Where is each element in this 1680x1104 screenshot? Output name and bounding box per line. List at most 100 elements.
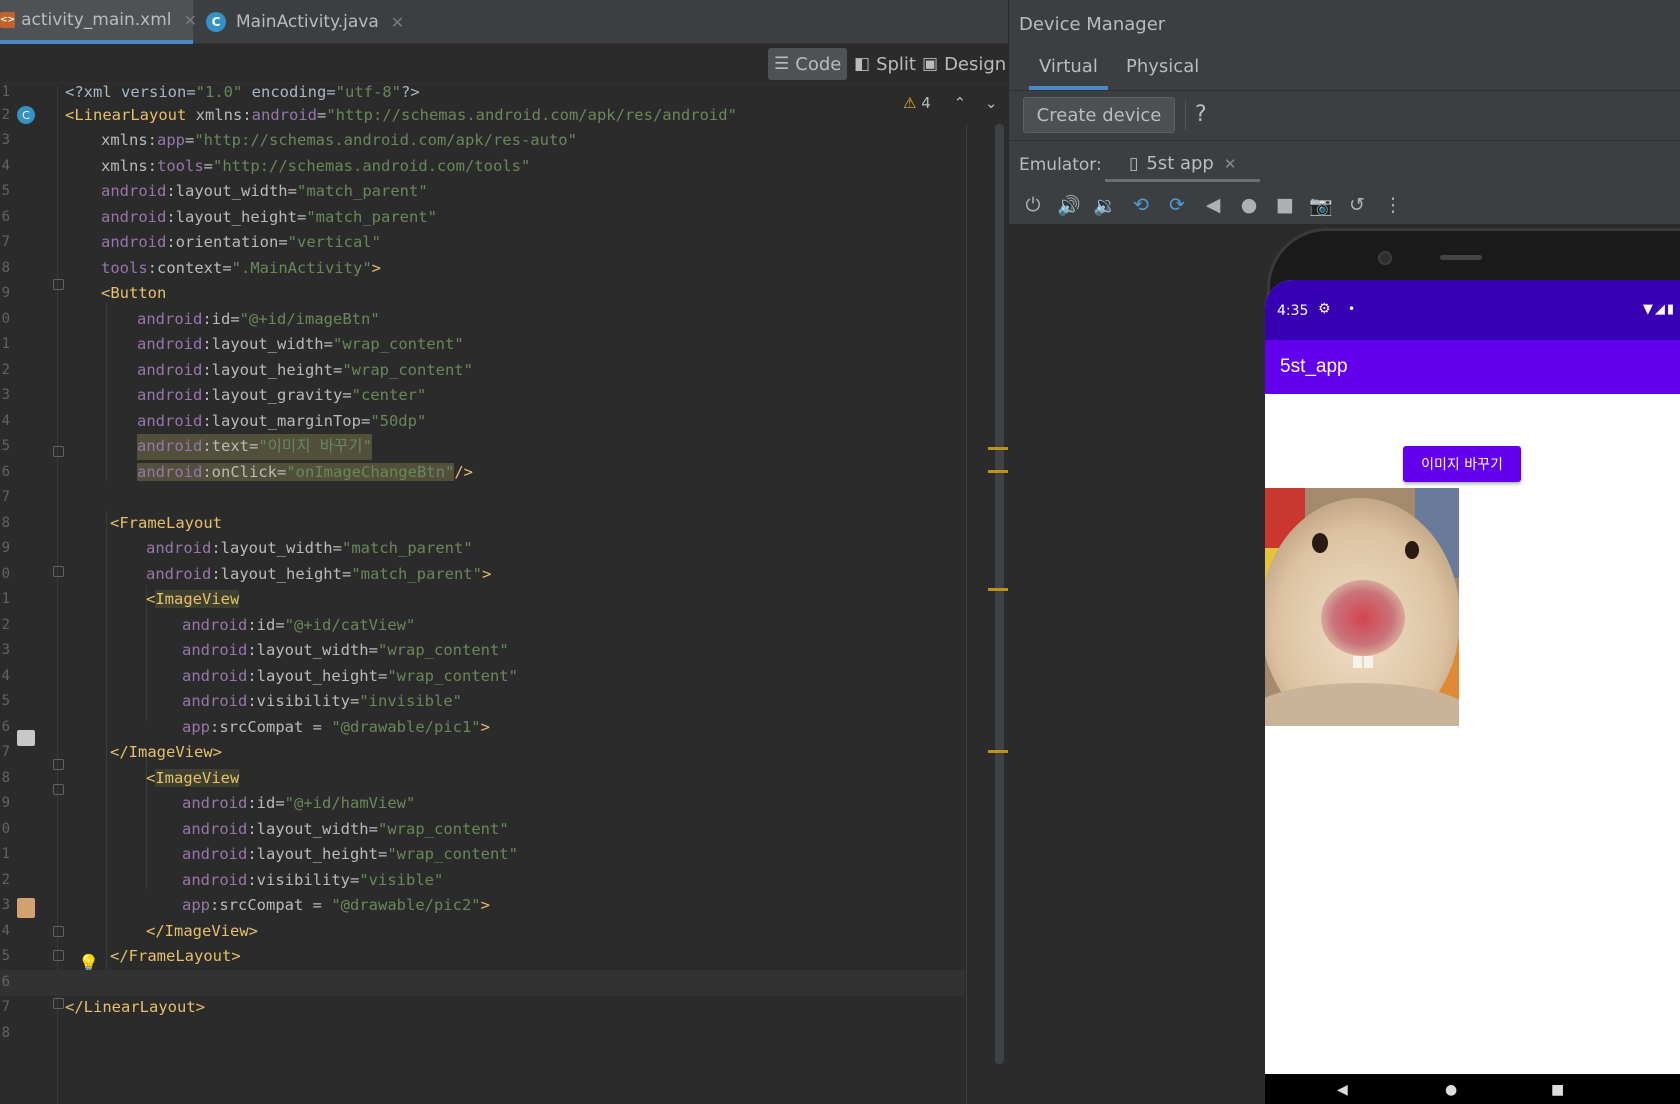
code-line: 6 android:onClick="onImageChangeBtn"/> xyxy=(1,463,473,481)
code-line: 2 android:visibility="visible" xyxy=(1,871,444,889)
warning-stripe[interactable] xyxy=(988,750,1008,753)
nav-back-icon[interactable]: ◀ xyxy=(1337,1082,1348,1098)
app-title: 5st_app xyxy=(1280,356,1348,377)
vertical-scrollbar[interactable] xyxy=(995,124,1004,1064)
code-line: 5 android:visibility="invisible" xyxy=(1,692,462,710)
code-line: 0 android:layout_width="wrap_content" xyxy=(1,820,509,838)
warning-stripe[interactable] xyxy=(988,470,1008,473)
code-lines-icon: ☰ xyxy=(774,54,790,74)
code-line: 5 </FrameLayout> xyxy=(1,947,241,965)
app-bar: 5st_app xyxy=(1265,340,1680,394)
help-icon[interactable]: ? xyxy=(1195,102,1207,127)
tab-activity-main-xml[interactable]: <> activity_main.xml ✕ xyxy=(0,0,197,44)
right-margin-guide xyxy=(966,124,967,1104)
split-view-icon: ◧ xyxy=(854,54,871,74)
warning-stripe[interactable] xyxy=(988,447,1008,450)
tab-mainactivity-java[interactable]: C MainActivity.java ✕ xyxy=(206,0,404,44)
volume-down-icon[interactable]: 🔉 xyxy=(1087,190,1123,220)
editor-tab-bar: <> activity_main.xml ✕ C MainActivity.ja… xyxy=(0,0,1008,44)
close-icon[interactable]: ✕ xyxy=(1224,155,1237,173)
code-line: 0 android:id="@+id/imageBtn" xyxy=(1,310,380,328)
code-line: 7 </LinearLayout> xyxy=(1,998,205,1016)
emulator-toolbar: ⏻ 🔊 🔉 ⟲ ⟳ ◀ ● ■ 📷 ↺ ⋮ xyxy=(1015,190,1411,220)
code-line: 8 xyxy=(1,1025,10,1041)
hamster-illustration xyxy=(1265,488,1459,726)
power-icon[interactable]: ⏻ xyxy=(1015,190,1051,220)
code-line: 9 android:layout_width="match_parent" xyxy=(1,539,473,557)
tab-virtual[interactable]: Virtual xyxy=(1029,56,1108,90)
code-line: 2 <LinearLayout xmlns:android="http://sch… xyxy=(1,106,737,124)
editor-mode-bar: ☰ Code ◧ Split ▣ Design xyxy=(0,44,1008,84)
code-line: 5 android:text="이미지 바꾸기" xyxy=(0,434,965,460)
code-line: 8 <FrameLayout xyxy=(1,514,222,532)
back-icon[interactable]: ◀ xyxy=(1195,190,1231,220)
chevron-down-icon[interactable]: ⌄ xyxy=(985,94,998,112)
image-icon: ▣ xyxy=(922,54,939,74)
code-mode-label: Code xyxy=(795,53,842,75)
create-device-button[interactable]: Create device xyxy=(1023,97,1175,133)
design-mode-label: Design xyxy=(944,53,1007,75)
split-mode-button[interactable]: ◧ Split xyxy=(848,48,922,80)
emulator-tab-label: 5st app xyxy=(1146,153,1214,174)
overview-icon[interactable]: ■ xyxy=(1267,190,1303,220)
code-line: 4 android:layout_marginTop="50dp" xyxy=(1,412,427,430)
code-line: 9 android:id="@+id/hamView" xyxy=(1,794,416,812)
code-line: 8 tools:context=".MainActivity"> xyxy=(1,259,381,277)
xml-file-icon: <> xyxy=(0,12,16,28)
settings-gear-icon: ⚙ xyxy=(1318,301,1331,317)
close-icon[interactable]: ✕ xyxy=(183,11,196,30)
code-line: 8 <ImageView xyxy=(1,769,240,787)
device-manager-title: Device Manager xyxy=(1019,14,1166,35)
image-change-button[interactable]: 이미지 바꾸기 xyxy=(1403,446,1521,482)
code-editor[interactable]: ⚠ 4 ⌃ ⌄ C 💡 1 <?xml version="1.0" encodin… xyxy=(0,83,1008,1104)
code-line: 3 app:srcCompat = "@drawable/pic2"> xyxy=(1,896,490,914)
code-line: 4 android:layout_height="wrap_content" xyxy=(1,667,518,685)
code-line: 2 android:id="@+id/catView" xyxy=(1,616,416,634)
android-status-bar: 4:35 ⚙ • ▼◢▮ xyxy=(1265,280,1680,340)
volume-up-icon[interactable]: 🔊 xyxy=(1051,190,1087,220)
snapshot-icon[interactable]: ↺ xyxy=(1339,190,1375,220)
code-mode-button[interactable]: ☰ Code xyxy=(768,48,848,80)
camera-icon[interactable]: 📷 xyxy=(1303,190,1339,220)
divider xyxy=(1185,100,1186,130)
code-line: 1 <ImageView xyxy=(1,590,240,608)
hamster-image xyxy=(1265,488,1459,726)
code-line: 3 android:layout_width="wrap_content" xyxy=(1,641,509,659)
emulator-label: Emulator: xyxy=(1019,155,1102,175)
tab-physical[interactable]: Physical xyxy=(1116,56,1209,90)
notification-dot-icon: • xyxy=(1348,302,1356,316)
nav-home-icon[interactable]: ● xyxy=(1445,1082,1457,1098)
emulator-screen[interactable]: 4:35 ⚙ • ▼◢▮ 5st_app 이미지 바꾸기 ◀ ● ■ xyxy=(1265,280,1680,1104)
emulator-tab-5st-app[interactable]: ▯ 5st app ✕ xyxy=(1105,148,1261,182)
code-line: 3 android:layout_gravity="center" xyxy=(1,386,427,404)
nav-recents-icon[interactable]: ■ xyxy=(1551,1082,1564,1098)
code-line: 9 <Button xyxy=(1,284,167,302)
code-line: 7 </ImageView> xyxy=(1,743,222,761)
code-line: 1 android:layout_height="wrap_content" xyxy=(1,845,518,863)
warning-stripe[interactable] xyxy=(988,588,1008,591)
code-line: 7 xyxy=(1,489,10,505)
design-mode-button[interactable]: ▣ Design xyxy=(916,48,1012,80)
code-line: 0 android:layout_height="match_parent"> xyxy=(1,565,492,583)
more-icon[interactable]: ⋮ xyxy=(1375,190,1411,220)
tab-label: activity_main.xml xyxy=(21,10,172,30)
close-icon[interactable]: ✕ xyxy=(391,13,404,32)
divider xyxy=(1009,140,1680,141)
code-line: 4 </ImageView> xyxy=(1,922,258,940)
phone-speaker xyxy=(1440,255,1482,260)
code-line: 1 <?xml version="1.0" encoding="utf-8"?> xyxy=(1,83,420,101)
phone-device-icon: ▯ xyxy=(1129,153,1139,174)
code-line: 1 android:layout_width="wrap_content" xyxy=(1,335,464,353)
status-time: 4:35 xyxy=(1277,303,1309,319)
home-icon[interactable]: ● xyxy=(1231,190,1267,220)
code-line-current: 6 xyxy=(0,970,965,996)
java-class-icon: C xyxy=(206,12,226,32)
android-nav-bar: ◀ ● ■ xyxy=(1265,1074,1680,1104)
code-line: 3 xmlns:app="http://schemas.android.com/a… xyxy=(1,131,577,149)
split-mode-label: Split xyxy=(876,53,916,75)
rotate-right-icon[interactable]: ⟳ xyxy=(1159,190,1195,220)
code-line: 6 app:srcCompat = "@drawable/pic1"> xyxy=(1,718,490,736)
code-line: 2 android:layout_height="wrap_content" xyxy=(1,361,473,379)
rotate-left-icon[interactable]: ⟲ xyxy=(1123,190,1159,220)
code-line: 7 android:orientation="vertical" xyxy=(1,233,381,251)
